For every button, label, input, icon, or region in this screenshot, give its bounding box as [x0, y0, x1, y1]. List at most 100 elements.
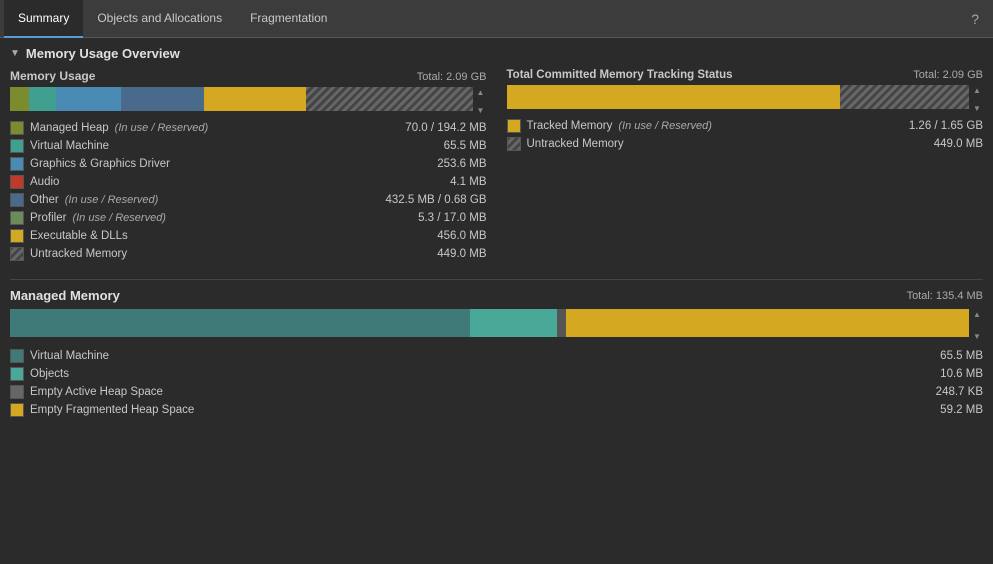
label-untracked-left: Untracked Memory	[30, 248, 127, 260]
managed-seg-frag	[566, 309, 969, 337]
label-untracked-right: Untracked Memory	[527, 138, 624, 150]
bar-seg-gfx	[56, 87, 121, 111]
legend-empty-active: Empty Active Heap Space 248.7 KB	[10, 383, 983, 401]
bar-seg-other	[121, 87, 204, 111]
managed-scroll-up[interactable]: ▲	[973, 311, 981, 319]
swatch-other	[10, 193, 24, 207]
note-managed-heap: (In use / Reserved)	[115, 122, 209, 134]
note-profiler: (In use / Reserved)	[72, 212, 166, 224]
legend-untracked-left: Untracked Memory 449.0 MB	[10, 245, 487, 263]
tab-fragmentation-label: Fragmentation	[250, 11, 327, 25]
legend-other: Other (In use / Reserved) 432.5 MB / 0.6…	[10, 191, 487, 209]
legend-managed-vm: Virtual Machine 65.5 MB	[10, 347, 983, 365]
note-tracked: (In use / Reserved)	[618, 120, 712, 132]
memory-bar-scroll[interactable]: ▲ ▼	[475, 87, 487, 117]
swatch-empty-active	[10, 385, 24, 399]
tab-summary-label: Summary	[18, 11, 69, 25]
swatch-managed-heap	[10, 121, 24, 135]
tabs-bar: Summary Objects and Allocations Fragment…	[0, 0, 993, 38]
memory-usage-header: Memory Usage Total: 2.09 GB	[10, 69, 487, 83]
memory-usage-bar: ▲ ▼	[10, 87, 487, 117]
managed-scroll-down[interactable]: ▼	[973, 333, 981, 341]
val-profiler: 5.3 / 17.0 MB	[418, 212, 486, 224]
label-empty-frag: Empty Fragmented Heap Space	[30, 404, 194, 416]
label-objects: Objects	[30, 368, 69, 380]
scroll-up[interactable]: ▲	[477, 89, 485, 97]
swatch-exec	[10, 229, 24, 243]
swatch-audio	[10, 175, 24, 189]
swatch-empty-frag	[10, 403, 24, 417]
divider	[10, 279, 983, 280]
tracking-title: Total Committed Memory Tracking Status	[507, 69, 733, 81]
val-gfx: 253.6 MB	[437, 158, 486, 170]
val-other: 432.5 MB / 0.68 GB	[385, 194, 486, 206]
tracking-bar-scroll[interactable]: ▲ ▼	[971, 85, 983, 115]
label-managed-heap: Managed Heap	[30, 122, 109, 134]
val-vm: 65.5 MB	[444, 140, 487, 152]
tracking-status-col: Total Committed Memory Tracking Status T…	[507, 69, 984, 263]
label-exec: Executable & DLLs	[30, 230, 128, 242]
tracking-scroll-down[interactable]: ▼	[973, 105, 981, 113]
label-audio: Audio	[30, 176, 59, 188]
managed-memory-section: Managed Memory Total: 135.4 MB	[10, 288, 983, 303]
tab-objects-allocations[interactable]: Objects and Allocations	[83, 0, 236, 38]
memory-usage-col: Memory Usage Total: 2.09 GB ▲ ▼	[10, 69, 487, 263]
tab-summary[interactable]: Summary	[4, 0, 83, 38]
tab-objects-label: Objects and Allocations	[97, 11, 222, 25]
legend-tracked-mem: Tracked Memory (In use / Reserved) 1.26 …	[507, 117, 984, 135]
section-title: Memory Usage Overview	[26, 46, 180, 61]
note-other: (In use / Reserved)	[65, 194, 159, 206]
managed-bar-container	[10, 309, 969, 337]
legend-gfx: Graphics & Graphics Driver 253.6 MB	[10, 155, 487, 173]
managed-title: Managed Memory	[10, 288, 120, 303]
swatch-profiler	[10, 211, 24, 225]
scroll-down[interactable]: ▼	[477, 107, 485, 115]
swatch-objects	[10, 367, 24, 381]
tracking-bar: ▲ ▼	[507, 85, 984, 115]
legend-audio: Audio 4.1 MB	[10, 173, 487, 191]
swatch-vm	[10, 139, 24, 153]
tab-fragmentation[interactable]: Fragmentation	[236, 0, 341, 38]
val-tracked: 1.26 / 1.65 GB	[909, 120, 983, 132]
val-empty-active: 248.7 KB	[936, 386, 983, 398]
tracking-scroll-up[interactable]: ▲	[973, 87, 981, 95]
managed-seg-objects	[470, 309, 556, 337]
label-empty-active: Empty Active Heap Space	[30, 386, 163, 398]
bar-seg-tracked	[507, 85, 840, 109]
val-untracked-left: 449.0 MB	[437, 248, 486, 260]
legend-untracked-right: Untracked Memory 449.0 MB	[507, 135, 984, 153]
val-exec: 456.0 MB	[437, 230, 486, 242]
label-managed-vm: Virtual Machine	[30, 350, 109, 362]
collapse-triangle[interactable]: ▼	[10, 48, 20, 59]
val-empty-frag: 59.2 MB	[940, 404, 983, 416]
legend-exec: Executable & DLLs 456.0 MB	[10, 227, 487, 245]
legend-vm: Virtual Machine 65.5 MB	[10, 137, 487, 155]
val-audio: 4.1 MB	[450, 176, 486, 188]
memory-usage-total: Total: 2.09 GB	[417, 71, 487, 83]
label-gfx: Graphics & Graphics Driver	[30, 158, 170, 170]
legend-empty-frag: Empty Fragmented Heap Space 59.2 MB	[10, 401, 983, 419]
label-vm: Virtual Machine	[30, 140, 109, 152]
managed-seg-gap	[557, 309, 567, 337]
main-content: ▼ Memory Usage Overview Memory Usage Tot…	[0, 38, 993, 564]
val-objects: 10.6 MB	[940, 368, 983, 380]
managed-seg-vm	[10, 309, 470, 337]
swatch-managed-vm	[10, 349, 24, 363]
legend-managed-heap: Managed Heap (In use / Reserved) 70.0 / …	[10, 119, 487, 137]
label-profiler: Profiler	[30, 212, 66, 224]
tracking-bar-container	[507, 85, 970, 109]
legend-profiler: Profiler (In use / Reserved) 5.3 / 17.0 …	[10, 209, 487, 227]
tracking-header: Total Committed Memory Tracking Status T…	[507, 69, 984, 81]
help-icon[interactable]: ?	[961, 11, 989, 27]
bar-seg-managed-heap	[10, 87, 29, 111]
memory-bar-container	[10, 87, 473, 111]
managed-bar-area: ▲ ▼	[10, 309, 983, 343]
tracking-total: Total: 2.09 GB	[913, 69, 983, 81]
overview-grid: Memory Usage Total: 2.09 GB ▲ ▼	[10, 69, 983, 263]
memory-overview-section: ▼ Memory Usage Overview	[10, 46, 983, 61]
swatch-gfx	[10, 157, 24, 171]
label-tracked: Tracked Memory	[527, 120, 613, 132]
bar-seg-vm	[29, 87, 57, 111]
managed-scroll[interactable]: ▲ ▼	[971, 309, 983, 343]
bar-seg-exec	[204, 87, 306, 111]
